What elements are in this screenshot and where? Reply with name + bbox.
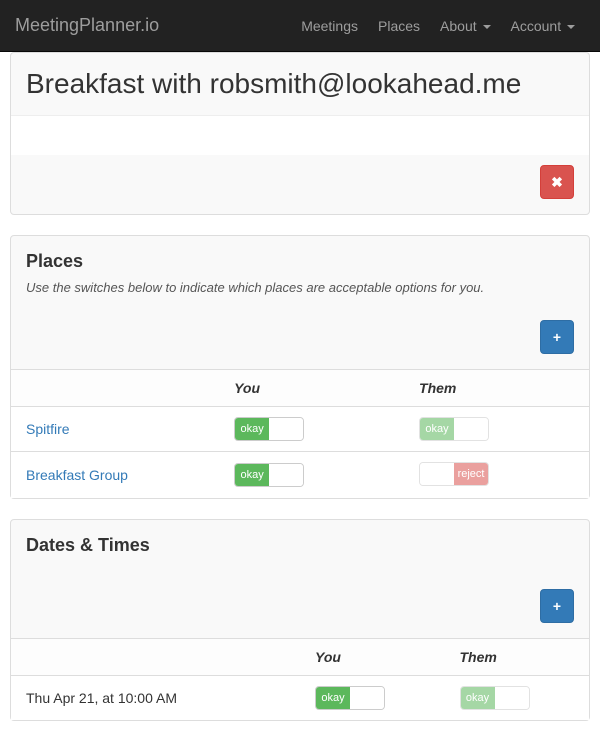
add-place-button[interactable]: + [540, 320, 574, 354]
place-link[interactable]: Spitfire [26, 421, 70, 437]
place-link[interactable]: Breakfast Group [26, 467, 128, 483]
chevron-down-icon [483, 25, 491, 29]
navbar: MeetingPlanner.io Meetings Places About … [0, 0, 600, 52]
times-table: You Them Thu Apr 21, at 10:00 AM okay okay [11, 638, 589, 720]
switch-okay-label: okay [461, 687, 495, 709]
preference-switch: okay [460, 686, 530, 710]
nav-places[interactable]: Places [368, 3, 430, 49]
switch-okay-label: okay [420, 418, 454, 440]
meeting-panel: Breakfast with robsmith@lookahead.me ✖ [10, 52, 590, 215]
close-icon: ✖ [551, 174, 563, 191]
times-col-them: Them [445, 639, 590, 676]
times-heading: Dates & Times [26, 535, 574, 556]
switch-handle [269, 464, 303, 486]
places-heading: Places [26, 251, 574, 272]
switch-handle [350, 687, 384, 709]
brand-link[interactable]: MeetingPlanner.io [15, 0, 159, 51]
switch-handle [495, 687, 529, 709]
preference-switch: okay [419, 417, 489, 441]
table-row: Spitfire okay okay [11, 407, 589, 452]
nav-about[interactable]: About [430, 3, 500, 49]
places-table: You Them SpitfireokayokayBreakfast Group… [11, 369, 589, 498]
preference-switch[interactable]: okay [234, 463, 304, 487]
chevron-down-icon [567, 25, 575, 29]
table-row: Breakfast Group okay reject [11, 452, 589, 499]
nav-account[interactable]: Account [501, 3, 585, 49]
switch-handle [269, 418, 303, 440]
add-time-button[interactable]: + [540, 589, 574, 623]
table-row: Thu Apr 21, at 10:00 AM okay okay [11, 676, 589, 721]
delete-meeting-button[interactable]: ✖ [540, 165, 574, 199]
switch-okay-label: okay [235, 418, 269, 440]
switch-reject-label: reject [454, 463, 488, 485]
plus-icon: + [553, 598, 561, 614]
datetime-label: Thu Apr 21, at 10:00 AM [11, 676, 300, 721]
places-col-you: You [219, 370, 404, 407]
times-col-you: You [300, 639, 445, 676]
places-panel: Places Use the switches below to indicat… [10, 235, 590, 499]
places-col-them: Them [404, 370, 589, 407]
switch-handle [420, 463, 454, 485]
meeting-title: Breakfast with robsmith@lookahead.me [26, 68, 574, 100]
preference-switch: reject [419, 462, 489, 486]
switch-okay-label: okay [235, 464, 269, 486]
preference-switch[interactable]: okay [315, 686, 385, 710]
nav-meetings[interactable]: Meetings [291, 3, 368, 49]
times-panel: Dates & Times + You Them Thu Apr 21, at … [10, 519, 590, 721]
plus-icon: + [553, 329, 561, 345]
switch-okay-label: okay [316, 687, 350, 709]
switch-handle [454, 418, 488, 440]
preference-switch[interactable]: okay [234, 417, 304, 441]
navbar-menu: Meetings Places About Account [291, 3, 585, 49]
places-hint: Use the switches below to indicate which… [26, 280, 574, 295]
